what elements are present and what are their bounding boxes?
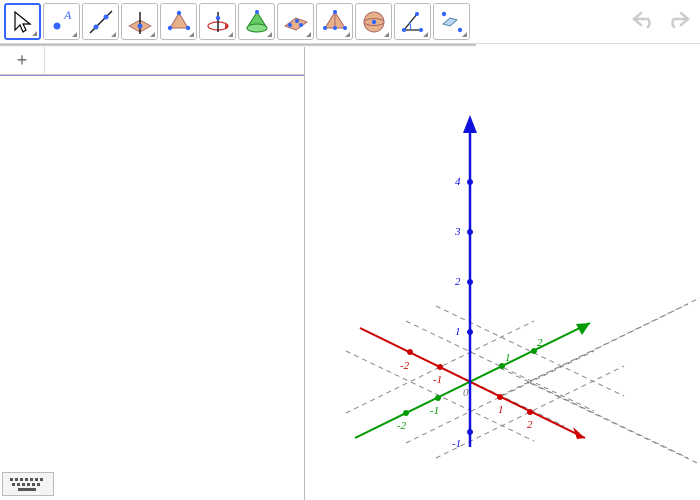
cone-tool[interactable] (238, 3, 275, 40)
sphere-tool[interactable] (355, 3, 392, 40)
panel-divider (0, 75, 304, 76)
line-tool[interactable] (82, 3, 119, 40)
x-tick-1: 1 (498, 404, 504, 416)
undo-button[interactable] (628, 6, 658, 32)
y-axis: -2 -1 1 2 (355, 323, 590, 438)
rotation-tool[interactable] (199, 3, 236, 40)
reflect-tool[interactable] (433, 3, 470, 40)
svg-text:A: A (63, 8, 72, 22)
add-tab-button[interactable]: + (0, 47, 45, 74)
polygon-tool[interactable] (160, 3, 197, 40)
graphics-3d-view[interactable]: -2 -1 1 2 -2 -1 1 2 (305, 47, 700, 500)
plane-points-tool[interactable] (277, 3, 314, 40)
z-tick-4: 4 (455, 176, 461, 188)
main-area: + (0, 47, 700, 500)
z-tick-3: 3 (454, 226, 461, 238)
y-tick-1: 1 (505, 352, 511, 364)
main-toolbar: A (0, 0, 700, 44)
y-tick-neg1: -1 (430, 405, 439, 417)
z-tick-1: 1 (455, 326, 461, 338)
angle-tool[interactable] (394, 3, 431, 40)
y-tick-2: 2 (537, 337, 543, 349)
x-tick-2: 2 (527, 419, 533, 431)
keyboard-icon (8, 476, 48, 492)
redo-button[interactable] (664, 6, 694, 32)
tab-bar: + (0, 47, 304, 75)
z-axis: 4 3 2 1 -1 (452, 115, 477, 450)
origin-label: 0 (463, 387, 469, 399)
virtual-keyboard-button[interactable] (2, 472, 54, 496)
x-tick-neg2: -2 (400, 360, 410, 372)
z-tick-2: 2 (455, 276, 461, 288)
x-axis: -2 -1 1 2 (360, 328, 585, 439)
pyramid-tool[interactable] (316, 3, 353, 40)
y-tick-neg2: -2 (397, 420, 407, 432)
point-tool[interactable]: A (43, 3, 80, 40)
grid-3d (346, 289, 700, 473)
z-tick-neg1: -1 (452, 438, 461, 450)
perpendicular-tool[interactable] (121, 3, 158, 40)
move-tool[interactable] (4, 3, 41, 40)
x-tick-neg1: -1 (433, 374, 442, 386)
algebra-panel: + (0, 47, 305, 500)
axes-3d: -2 -1 1 2 -2 -1 1 2 (305, 47, 700, 500)
